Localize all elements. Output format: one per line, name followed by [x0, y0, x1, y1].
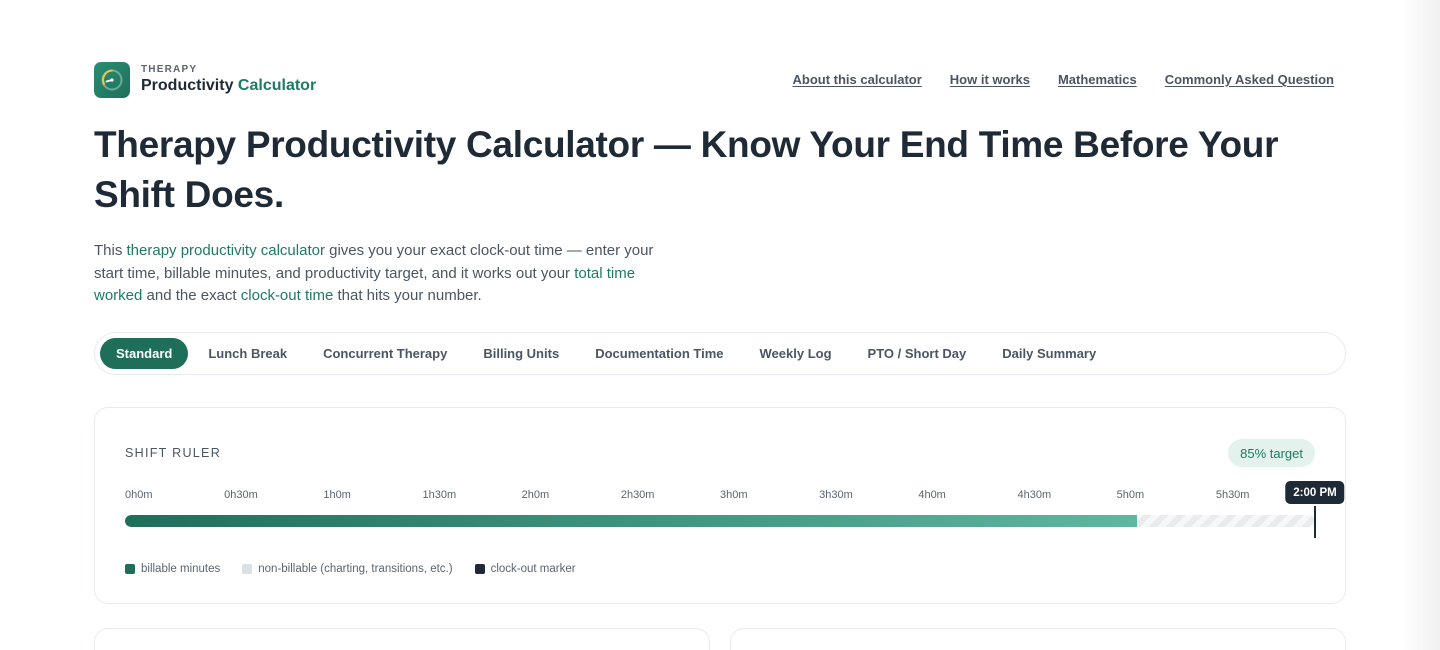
tab-lunch-break[interactable]: Lunch Break [192, 338, 303, 369]
input-card-right [730, 628, 1346, 650]
ruler-tick-label: 5h0m [1116, 489, 1145, 501]
nav-link-faq[interactable]: Commonly Asked Question [1165, 72, 1334, 87]
nav-link-how-it-works[interactable]: How it works [950, 72, 1030, 87]
calculator-tabs: Standard Lunch Break Concurrent Therapy … [94, 332, 1346, 375]
site-header: THERAPY Productivity Calculator About th… [94, 62, 1346, 98]
nav-link-about[interactable]: About this calculator [792, 72, 921, 87]
ruler-tick-label: 3h0m [720, 489, 748, 501]
nav-link-mathematics[interactable]: Mathematics [1058, 72, 1137, 87]
tab-standard[interactable]: Standard [100, 338, 189, 369]
tab-concurrent-therapy[interactable]: Concurrent Therapy [307, 338, 463, 369]
ruler-tick-label: 0h0m [125, 489, 153, 501]
tab-daily-summary[interactable]: Daily Summary [986, 338, 1112, 369]
tab-documentation-time[interactable]: Documentation Time [579, 338, 739, 369]
ruler-tick-label: 2h30m [620, 489, 655, 501]
ruler-ticks: 0h0m 0h30m 1h0m 1h30m 2h0m 2h30m 3h0m 3h30m 4h0m… [125, 489, 1315, 503]
legend-swatch-non-billable [242, 564, 253, 574]
tab-billing-units[interactable]: Billing Units [467, 338, 575, 369]
ruler-tick-label: 1h0m [323, 489, 351, 501]
ruler-tick-label: 0h30m [224, 489, 258, 501]
legend-swatch-billable [125, 564, 135, 574]
top-nav: About this calculator How it works Mathe… [792, 72, 1334, 87]
legend-item-non-billable: non-billable (charting, transitions, etc… [242, 563, 453, 575]
target-badge: 85% target [1228, 439, 1315, 467]
ruler-legend: billable minutes non-billable (charting,… [125, 563, 576, 575]
ruler-tick-label: 4h0m [918, 489, 946, 501]
legend-swatch-clock-out [474, 564, 485, 574]
legend-item-clock-out: clock-out marker [474, 563, 576, 575]
input-card-left [94, 628, 710, 650]
intro-link-calculator[interactable]: therapy productivity calculator [127, 242, 325, 259]
ruler-tick-label: 1h30m [422, 489, 457, 501]
ruler-tick-label: 3h30m [819, 489, 853, 501]
logo-name: Productivity Calculator [141, 77, 317, 94]
page-edge-shade [1400, 0, 1440, 650]
ruler-tick-label: 5h30m [1215, 489, 1250, 501]
tab-pto-short-day[interactable]: PTO / Short Day [852, 338, 983, 369]
logo-kicker: THERAPY [141, 64, 198, 75]
ruler-track [125, 515, 1315, 527]
shift-ruler-card: SHIFT RULER 85% target 0h0m 0h30m 1h0m 1h30… [94, 407, 1346, 604]
billable-bar [125, 515, 1137, 527]
ruler-tick-label: 2h0m [521, 489, 550, 501]
ruler-tick-label: 4h30m [1017, 489, 1052, 501]
tab-weekly-log[interactable]: Weekly Log [744, 338, 848, 369]
logo[interactable]: THERAPY Productivity Calculator [94, 62, 316, 98]
legend-item-billable: billable minutes [125, 563, 220, 575]
intro-link-clock-out[interactable]: clock-out time [241, 287, 334, 304]
intro-paragraph: This therapy productivity calculator giv… [94, 242, 654, 304]
gauge-icon [94, 62, 130, 98]
page-title: Therapy Productivity Calculator — Know Y… [94, 124, 1279, 215]
clock-out-label: 2:00 PM [1285, 481, 1345, 504]
clock-out-marker [1314, 506, 1316, 538]
shift-ruler-title: SHIFT RULER [125, 446, 222, 460]
